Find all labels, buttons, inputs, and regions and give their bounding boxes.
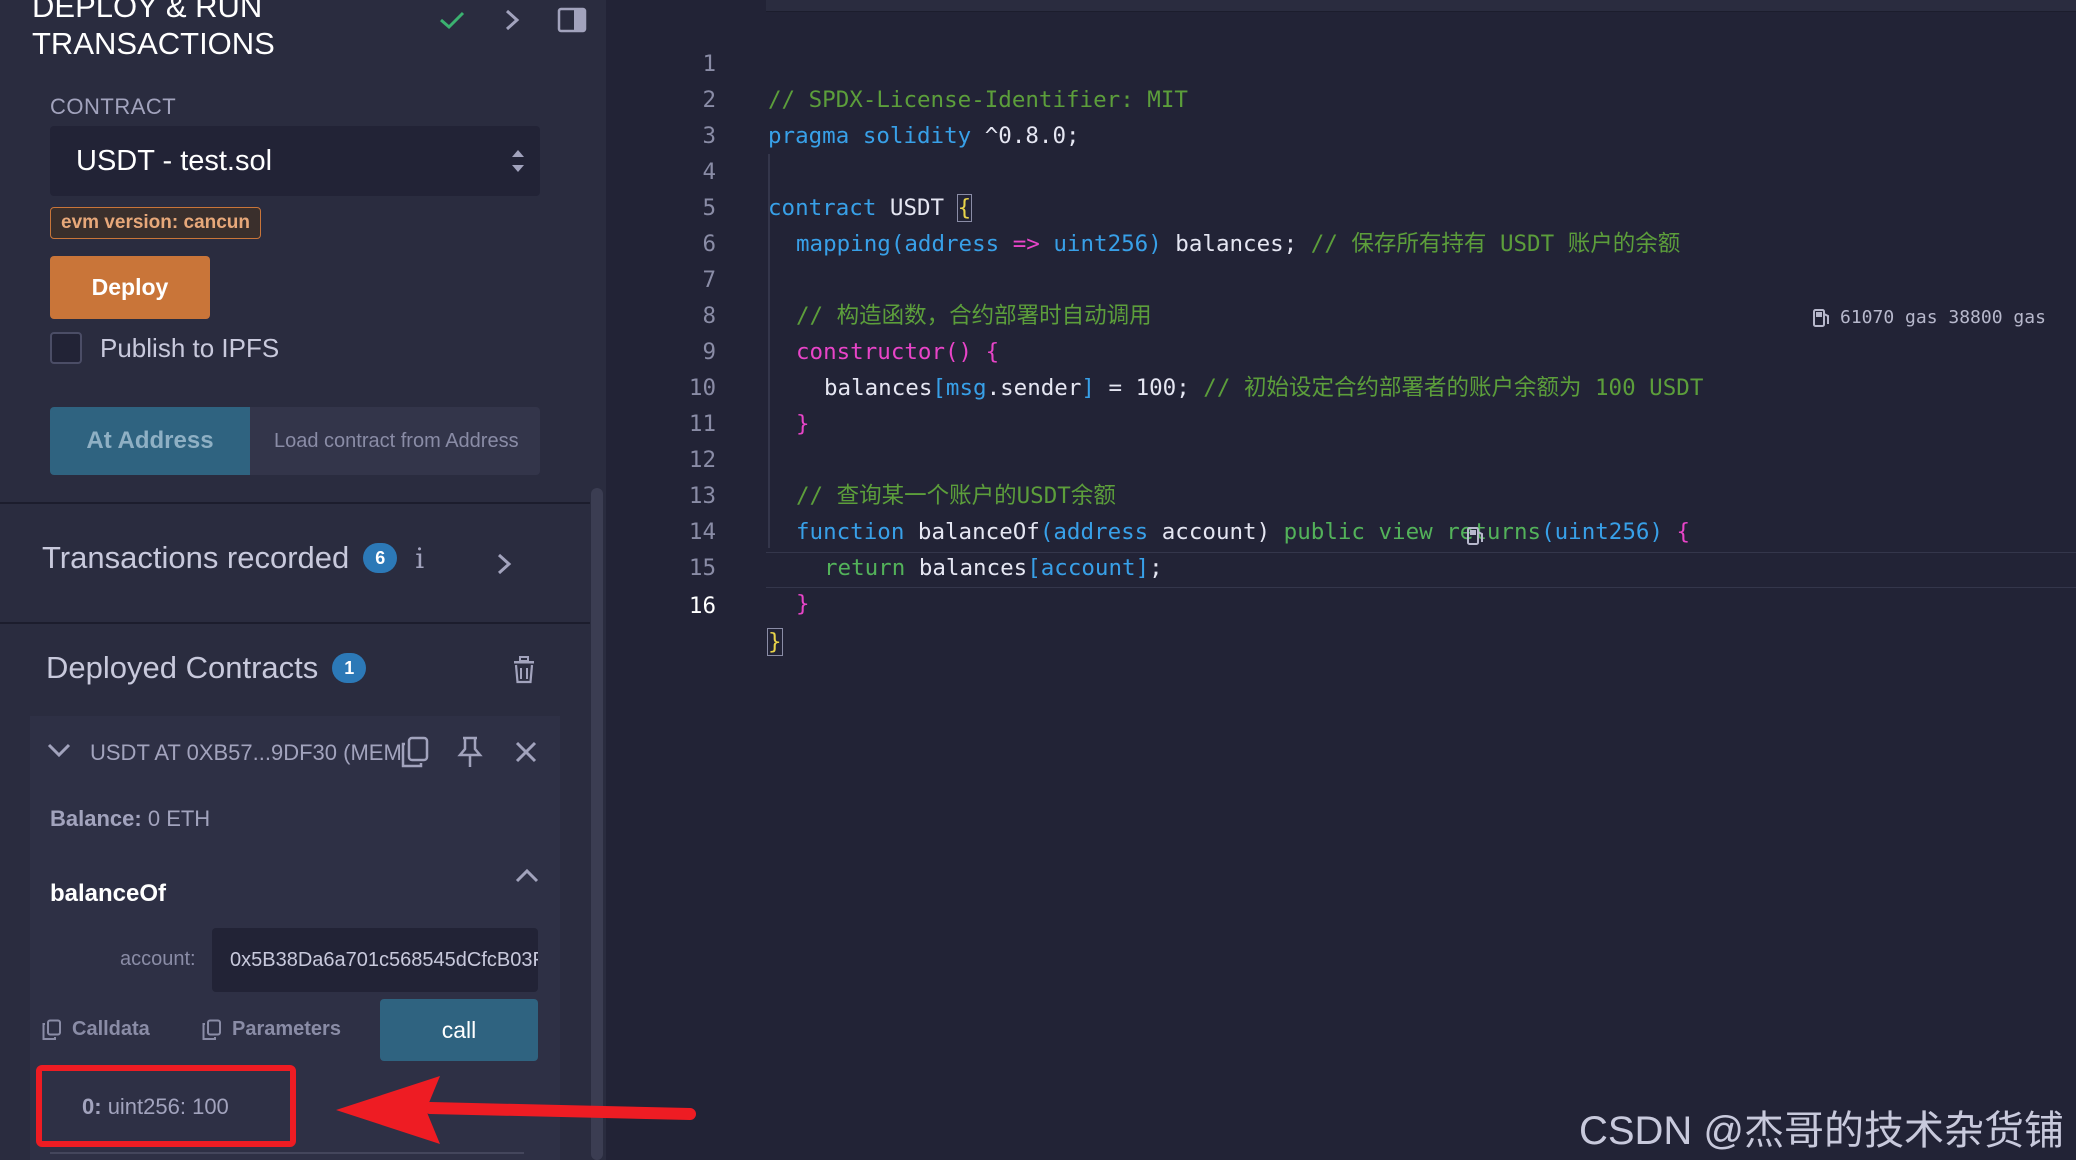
- panel-header-icons: [436, 4, 588, 36]
- code-line: 1 // SPDX-License-Identifier: MIT: [606, 10, 2076, 113]
- publish-ipfs-label: Publish to IPFS: [100, 332, 280, 363]
- copy-icon: [42, 1019, 61, 1040]
- annotation-arrow-icon: [336, 1076, 696, 1144]
- select-arrows-icon: [510, 144, 526, 186]
- code-line: 13 function balanceOf(address account) p…: [606, 442, 2076, 545]
- publish-ipfs-row[interactable]: Publish to IPFS: [50, 332, 279, 364]
- code-bracket: }: [767, 628, 783, 656]
- gas-pump-icon: [1813, 309, 1829, 327]
- parameters-label: Parameters: [232, 1018, 341, 1040]
- instance-name: USDT AT 0XB57...9DF30 (MEMORY): [90, 740, 404, 765]
- gas-pump-icon[interactable]: [1466, 524, 1486, 551]
- contract-select[interactable]: USDT - test.sol: [50, 126, 540, 196]
- balance-label: Balance:: [50, 806, 142, 831]
- copy-icon[interactable]: [400, 736, 430, 773]
- check-icon[interactable]: [436, 4, 468, 36]
- line-number-active: 16: [688, 593, 716, 619]
- code-line: 14 return balances[account];: [606, 478, 2076, 581]
- code-line: 6: [606, 190, 2076, 257]
- contract-select-value: USDT - test.sol: [76, 144, 273, 177]
- code-line: 8 constructor() {: [606, 262, 2076, 365]
- code-line: 3: [606, 82, 2076, 149]
- chevron-up-icon[interactable]: [514, 866, 540, 889]
- account-label: account:: [120, 948, 196, 970]
- code-line: 12 // 查询某一个账户的USDT余额: [606, 406, 2076, 509]
- info-icon[interactable]: i: [415, 542, 424, 575]
- deployed-contracts-label: Deployed Contracts: [46, 650, 319, 685]
- instance-balance: Balance: 0 ETH: [50, 806, 210, 832]
- at-address-button[interactable]: At Address: [50, 407, 250, 475]
- function-name: balanceOf: [50, 880, 167, 907]
- publish-ipfs-checkbox[interactable]: [50, 332, 82, 364]
- trash-icon[interactable]: [512, 656, 536, 689]
- result-highlight-box: [36, 1065, 296, 1147]
- panel-scrollbar-thumb[interactable]: [591, 488, 603, 1160]
- chevron-down-icon[interactable]: [46, 742, 72, 765]
- code-line: 4 contract USDT {: [606, 118, 2076, 222]
- code-line: 7 // 构造函数，合约部署时自动调用: [606, 226, 2076, 329]
- card-bottom-rule: [50, 1152, 524, 1154]
- instance-header[interactable]: USDT AT 0XB57...9DF30 (MEMORY): [30, 716, 560, 788]
- at-address-input[interactable]: Load contract from Address: [250, 407, 540, 475]
- call-button[interactable]: call: [380, 999, 538, 1061]
- panel-title: DEPLOY & RUN TRANSACTIONS: [32, 0, 275, 61]
- parameters-copy[interactable]: Parameters: [202, 1018, 341, 1041]
- transactions-recorded-label: Transactions recorded: [42, 540, 350, 575]
- calldata-copy[interactable]: Calldata: [42, 1018, 150, 1041]
- section-divider: [0, 622, 590, 624]
- code-line: 10 }: [606, 334, 2076, 437]
- code-line: 16 }: [606, 552, 2076, 656]
- gas-estimate-text: 61070 gas 38800 gas: [1840, 306, 2046, 328]
- watermark: CSDN @杰哥的技术杂货铺: [1578, 1109, 2064, 1153]
- balance-value: 0 ETH: [147, 806, 211, 831]
- deployed-contracts-row: Deployed Contracts 1: [46, 650, 367, 686]
- code-line: 15 }: [606, 514, 2076, 617]
- code-line: 11: [606, 370, 2076, 437]
- side-panel-toggle-icon[interactable]: [556, 4, 588, 36]
- gas-estimate-hint: 61070 gas 38800 gas: [1812, 306, 2046, 328]
- transactions-count-badge: 6: [363, 543, 398, 573]
- code-editor[interactable]: 1 // SPDX-License-Identifier: MIT 2 prag…: [606, 0, 2076, 1160]
- deploy-button[interactable]: Deploy: [50, 256, 210, 319]
- chevron-right-icon[interactable]: [496, 552, 512, 581]
- copy-icon: [202, 1019, 221, 1040]
- evm-version-badge: evm version: cancun: [50, 207, 262, 239]
- at-address-group: At Address Load contract from Address: [50, 407, 540, 475]
- code-line: 5 mapping(address => uint256) balances; …: [606, 154, 2076, 257]
- code-line: 2 pragma solidity ^0.8.0;: [606, 46, 2076, 149]
- code-brace: }: [796, 591, 810, 617]
- deployed-count-badge: 1: [332, 653, 367, 683]
- deploy-run-panel: DEPLOY & RUN TRANSACTIONS CONTRACT USDT …: [0, 0, 606, 1160]
- pin-icon[interactable]: [456, 736, 484, 773]
- transactions-recorded-row[interactable]: Transactions recorded 6 i: [42, 540, 424, 576]
- section-divider: [0, 502, 590, 504]
- close-icon[interactable]: [514, 740, 538, 769]
- contract-label: CONTRACT: [50, 94, 177, 119]
- account-input[interactable]: 0x5B38Da6a701c568545dCfcB03FcB875f56bedd…: [212, 928, 538, 992]
- calldata-label: Calldata: [72, 1018, 150, 1040]
- chevron-right-icon[interactable]: [496, 4, 528, 36]
